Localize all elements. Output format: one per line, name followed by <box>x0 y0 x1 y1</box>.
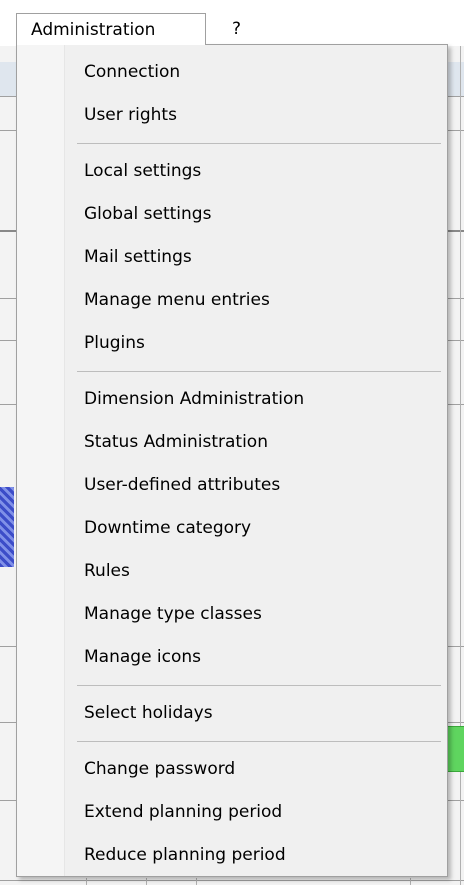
menu-item-label: User rights <box>84 105 177 125</box>
menu-item-label: Downtime category <box>84 518 252 538</box>
menu-item-manage-icons[interactable]: Manage icons <box>17 636 447 679</box>
menu-help[interactable]: ? <box>226 13 247 45</box>
background-hatched-bar <box>0 487 14 567</box>
menu-item-dimension-administration[interactable]: Dimension Administration <box>17 378 447 421</box>
menu-item-manage-menu-entries[interactable]: Manage menu entries <box>17 279 447 322</box>
background-divider <box>0 880 464 881</box>
menu-item-change-password[interactable]: Change password <box>17 748 447 791</box>
menu-item-plugins[interactable]: Plugins <box>17 322 447 365</box>
menu-item-label: Plugins <box>84 333 145 353</box>
background-column-divider <box>196 878 197 885</box>
background-column-divider <box>410 878 411 885</box>
menu-item-downtime-category[interactable]: Downtime category <box>17 507 447 550</box>
menu-item-status-administration[interactable]: Status Administration <box>17 421 447 464</box>
menu-item-label: Global settings <box>84 204 212 224</box>
menu-help-label: ? <box>232 19 242 39</box>
menu-item-label: Local settings <box>84 161 202 181</box>
menu-item-label: Extend planning period <box>84 802 283 822</box>
menu-item-select-holidays[interactable]: Select holidays <box>17 692 447 735</box>
menu-item-global-settings[interactable]: Global settings <box>17 193 447 236</box>
menu-item-label: Rules <box>84 561 130 581</box>
menu-separator <box>17 735 447 748</box>
menu-item-label: User-defined attributes <box>84 475 281 495</box>
menu-item-label: Select holidays <box>84 703 213 723</box>
menu-separator <box>17 365 447 378</box>
administration-dropdown: Connection User rights Local settings Globa… <box>16 44 448 877</box>
menu-item-label: Dimension Administration <box>84 389 305 409</box>
menu-item-extend-planning-period[interactable]: Extend planning period <box>17 791 447 834</box>
menu-item-connection[interactable]: Connection <box>17 51 447 94</box>
menu-separator <box>17 137 447 150</box>
menu-separator <box>17 679 447 692</box>
menu-item-label: Reduce planning period <box>84 845 286 865</box>
menu-item-local-settings[interactable]: Local settings <box>17 150 447 193</box>
menu-item-label: Manage type classes <box>84 604 262 624</box>
menu-item-label: Change password <box>84 759 236 779</box>
menu-item-label: Connection <box>84 62 181 82</box>
menu-item-label: Manage menu entries <box>84 290 270 310</box>
background-column-divider <box>86 878 87 885</box>
menu-item-mail-settings[interactable]: Mail settings <box>17 236 447 279</box>
menu-item-label: Status Administration <box>84 432 268 452</box>
menu-item-rules[interactable]: Rules <box>17 550 447 593</box>
menu-item-reduce-planning-period[interactable]: Reduce planning period <box>17 834 447 877</box>
menu-list: Connection User rights Local settings Globa… <box>17 51 447 877</box>
menu-item-user-defined-attributes[interactable]: User-defined attributes <box>17 464 447 507</box>
menu-administration-label: Administration <box>31 20 156 40</box>
menu-item-label: Manage icons <box>84 647 202 667</box>
menu-item-label: Mail settings <box>84 247 192 267</box>
menu-item-manage-type-classes[interactable]: Manage type classes <box>17 593 447 636</box>
menu-item-user-rights[interactable]: User rights <box>17 94 447 137</box>
background-column-divider <box>146 878 147 885</box>
menu-administration[interactable]: Administration <box>16 13 206 45</box>
menu-bar: Administration ? <box>0 0 464 46</box>
